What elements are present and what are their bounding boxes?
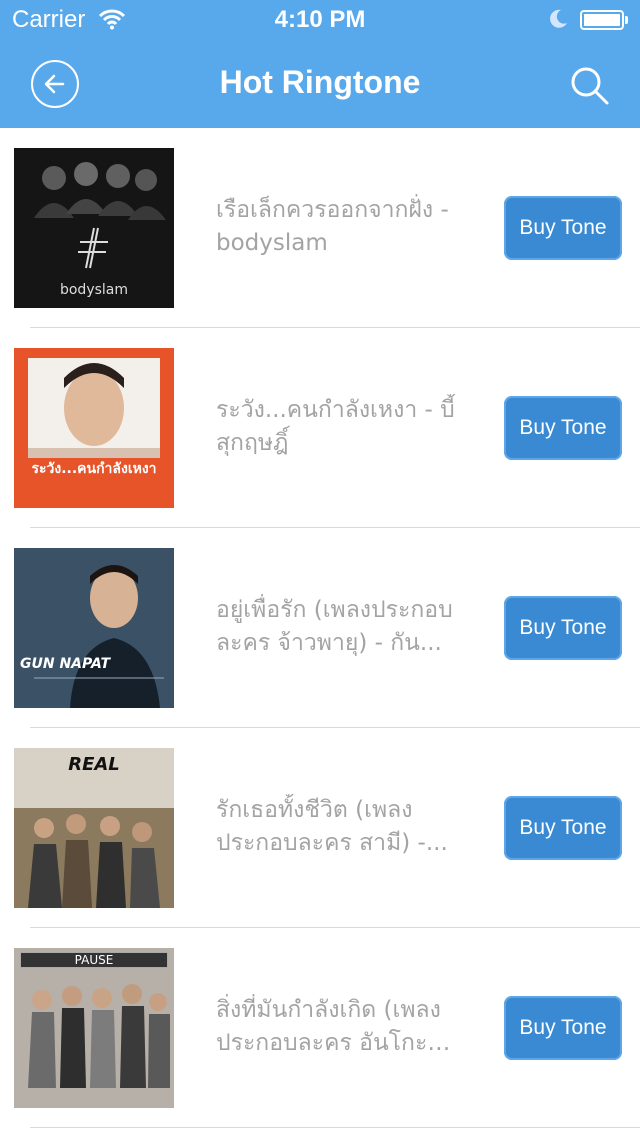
album-caption: PAUSE <box>20 952 168 968</box>
ringtone-list: bodyslam เรือเล็กควรออกจากฝั่ง - bodysla… <box>0 128 640 1128</box>
album-caption: ระวัง...คนกำลังเหงา <box>31 461 157 477</box>
buy-tone-button[interactable]: Buy Tone <box>504 396 622 460</box>
page-title: Hot Ringtone <box>219 64 421 100</box>
album-cover: bodyslam <box>14 148 174 308</box>
song-title: สิ่งที่มันกำลังเกิด (เพลงประกอบละคร อันโ… <box>216 997 441 1056</box>
status-bar: Carrier 4:10 PM <box>0 0 640 40</box>
row-divider <box>30 1127 640 1128</box>
album-cover: GUN NAPAT <box>14 548 174 708</box>
list-item[interactable]: GUN NAPAT อยู่เพื่อรัก (เพลงประกอบละคร จ… <box>0 528 640 728</box>
album-caption: REAL <box>68 754 120 775</box>
song-title: ระวัง...คนกำลังเหงา - บี้ สุกฤษฎิ์ <box>216 397 455 456</box>
song-title: เรือเล็กควรออกจากฝั่ง - bodyslam <box>216 197 449 256</box>
band-photo <box>14 948 174 1108</box>
buy-tone-button[interactable]: Buy Tone <box>504 596 622 660</box>
album-caption: GUN NAPAT <box>20 656 111 672</box>
navigation-bar: Hot Ringtone <box>0 40 640 128</box>
song-title: อยู่เพื่อรัก (เพลงประกอบละคร จ้าวพายุ) -… <box>216 597 453 656</box>
song-title: รักเธอทั้งชีวิต (เพลงประกอบละคร สามี) -.… <box>216 797 448 856</box>
album-cover: PAUSE <box>14 948 174 1108</box>
header-bar: Carrier 4:10 PM Hot Ringtone <box>0 0 640 128</box>
search-icon[interactable] <box>568 64 612 108</box>
list-item[interactable]: REAL รักเธอทั้งชีวิต (เพลงประกอบละคร สาม… <box>0 728 640 928</box>
buy-tone-button[interactable]: Buy Tone <box>504 196 622 260</box>
album-caption: bodyslam <box>59 282 129 298</box>
status-time: 4:10 PM <box>274 6 366 33</box>
buy-tone-button[interactable]: Buy Tone <box>504 996 622 1060</box>
battery-icon <box>580 10 628 30</box>
list-item[interactable]: PAUSE สิ่งที่มันกำลังเกิด (เพลงประกอบละค… <box>0 928 640 1128</box>
artist-photo <box>28 358 160 458</box>
album-cover: ระวัง...คนกำลังเหงา <box>14 348 174 508</box>
list-item[interactable]: bodyslam เรือเล็กควรออกจากฝั่ง - bodysla… <box>0 128 640 328</box>
artist-photo <box>14 548 174 708</box>
moon-icon <box>550 9 567 28</box>
album-cover: REAL <box>14 748 174 908</box>
list-item[interactable]: ระวัง...คนกำลังเหงา ระวัง...คนกำลังเหงา … <box>0 328 640 528</box>
buy-tone-button[interactable]: Buy Tone <box>504 796 622 860</box>
